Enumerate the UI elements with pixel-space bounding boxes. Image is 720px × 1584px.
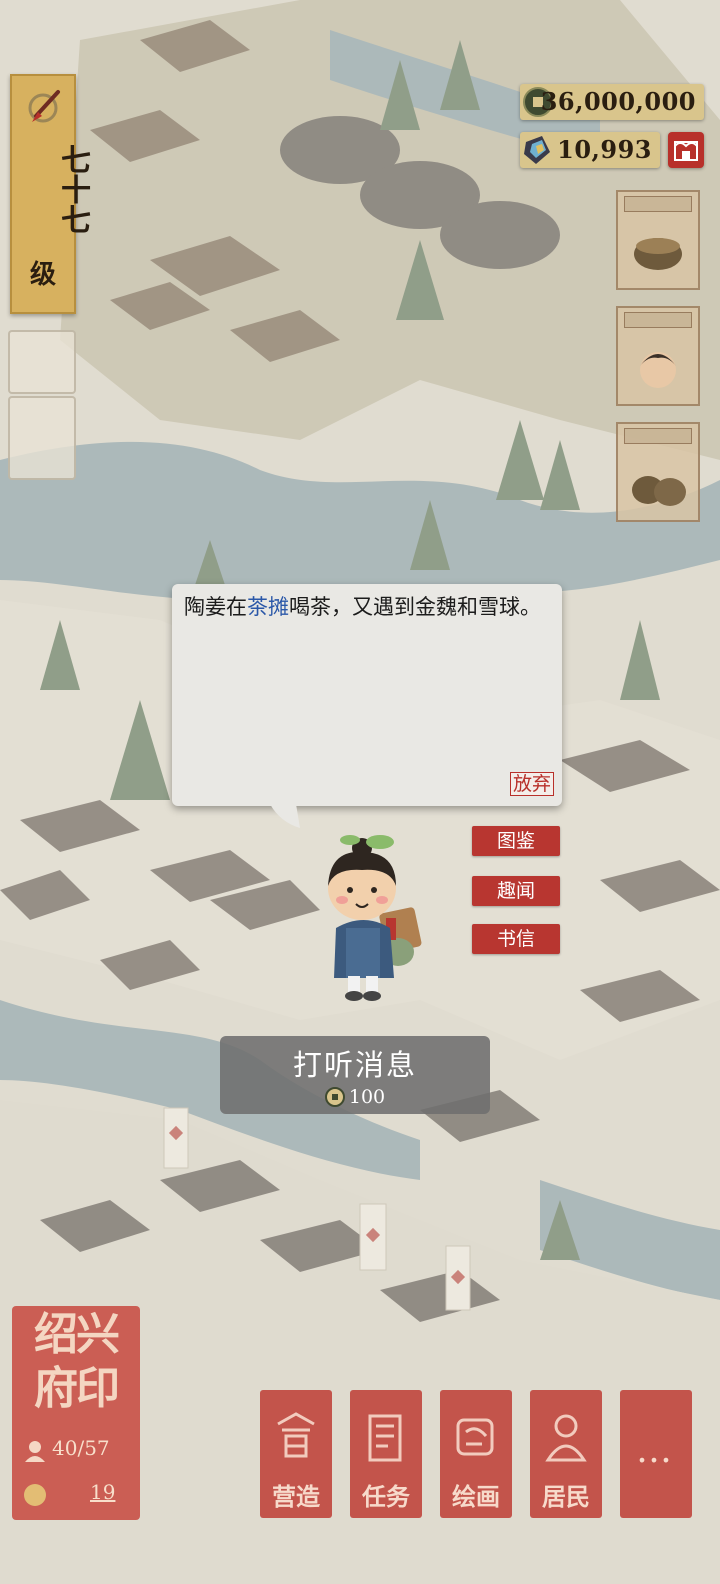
portrait-icon	[640, 352, 676, 388]
level-unit: 级	[29, 260, 56, 290]
right-card-2[interactable]	[616, 306, 700, 406]
inquire-label: 打听消息	[292, 1048, 417, 1082]
dialog-text-before: 陶姜在	[184, 595, 247, 619]
population-value: 40/57	[52, 1436, 110, 1460]
copper-coin-icon	[324, 1087, 345, 1107]
brush-icon	[28, 90, 60, 123]
bowl-icon	[634, 238, 682, 270]
shop-button[interactable]	[668, 132, 704, 168]
inquire-news-button[interactable]: 打听消息 100	[220, 1036, 490, 1114]
level-badge[interactable]: 七十七 级	[10, 74, 90, 314]
right-card-1[interactable]	[616, 190, 700, 290]
coin-value: 36,000,000	[540, 87, 696, 116]
dialog-location-link[interactable]: 茶摊	[247, 595, 289, 619]
resident-count-icon	[24, 1484, 46, 1506]
right-card-3[interactable]	[616, 422, 700, 522]
population-icon	[25, 1441, 45, 1462]
jade-token-icon	[524, 136, 550, 164]
speech-tail	[270, 804, 300, 828]
give-up-button[interactable]: 放弃	[509, 772, 554, 796]
anecdote-button[interactable]: 趣闻	[472, 876, 560, 906]
resident-icon	[545, 1414, 587, 1462]
menu-paint-button[interactable]: 绘画	[440, 1390, 512, 1518]
level-value: 七十七	[55, 144, 90, 234]
coin-counter[interactable]: 36,000,000	[520, 84, 704, 120]
task-icon	[368, 1414, 402, 1462]
menu-task-label: 任务	[362, 1482, 410, 1511]
jade-value: 10,993	[557, 135, 652, 164]
paint-icon	[456, 1418, 494, 1456]
shop-icon	[674, 141, 698, 161]
catalog-button[interactable]: 图鉴	[472, 826, 560, 856]
menu-more-button[interactable]: …	[620, 1390, 692, 1518]
inquire-cost: 100	[220, 1084, 490, 1108]
dialog-text-after: 喝茶，又遇到金魏和雪球。	[289, 595, 541, 619]
resident-count-value: 19	[90, 1480, 116, 1504]
villager-character[interactable]	[300, 828, 430, 1004]
city-seal-name: 绍兴府印	[34, 1309, 120, 1414]
inquire-cost-value: 100	[348, 1086, 386, 1108]
more-icon: …	[636, 1430, 676, 1471]
dialog-text: 陶姜在茶摊喝茶，又遇到金魏和雪球。	[184, 592, 550, 622]
menu-build-label: 营造	[272, 1482, 320, 1511]
city-seal-panel[interactable]: 绍兴府印 40/57 19	[12, 1306, 140, 1520]
left-side-button-1[interactable]	[8, 330, 76, 394]
sack-icon	[632, 476, 686, 506]
left-side-button-2[interactable]	[8, 396, 76, 480]
letter-button[interactable]: 书信	[472, 924, 560, 954]
build-icon	[277, 1412, 315, 1458]
menu-resident-label: 居民	[542, 1482, 590, 1511]
menu-paint-label: 绘画	[452, 1482, 500, 1511]
menu-task-button[interactable]: 任务	[350, 1390, 422, 1518]
menu-resident-button[interactable]: 居民	[530, 1390, 602, 1518]
event-dialog: 陶姜在茶摊喝茶，又遇到金魏和雪球。 放弃	[172, 584, 562, 828]
jade-counter[interactable]: 10,993	[520, 132, 660, 168]
menu-build-button[interactable]: 营造	[260, 1390, 332, 1518]
